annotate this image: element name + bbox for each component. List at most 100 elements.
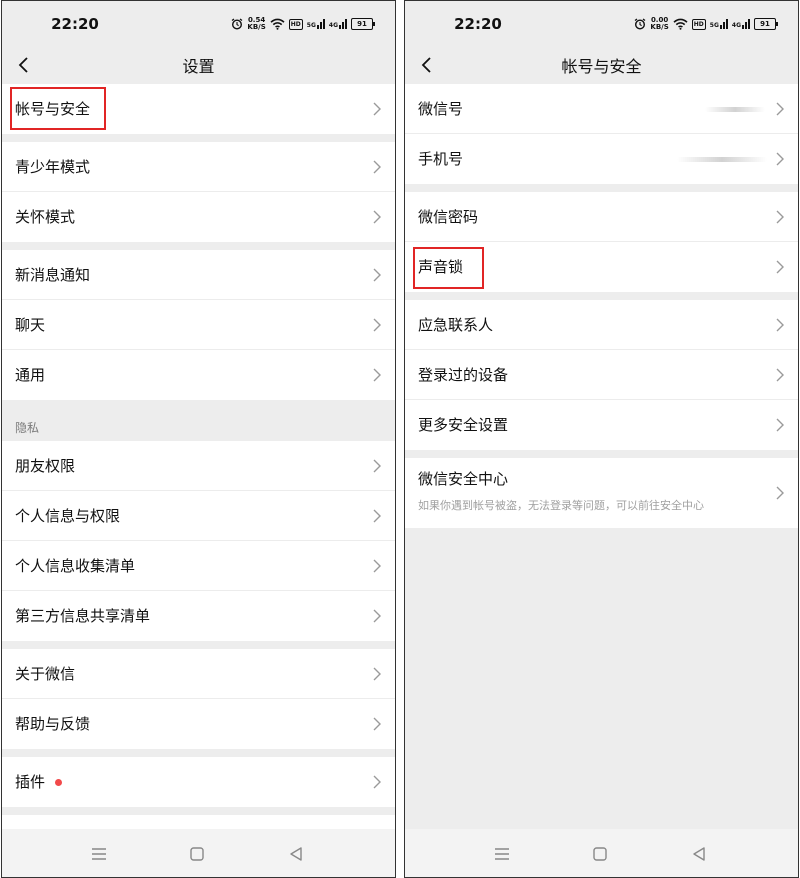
chevron-right-icon <box>373 775 381 789</box>
nav-bar: 设置 <box>2 47 395 83</box>
item-label: 微信号 <box>418 100 464 118</box>
chevron-right-icon <box>776 210 784 224</box>
chevron-right-icon <box>373 160 381 174</box>
notification-dot <box>55 779 62 786</box>
settings-item-friend-permissions[interactable]: 朋友权限 <box>2 441 395 491</box>
item-label: 青少年模式 <box>15 158 91 176</box>
settings-item-info-collection[interactable]: 个人信息收集清单 <box>2 541 395 591</box>
settings-item-teen-mode[interactable]: 青少年模式 <box>2 142 395 192</box>
signal-icon: 5G <box>710 19 728 29</box>
chevron-right-icon <box>776 418 784 432</box>
chevron-right-icon <box>776 152 784 166</box>
signal-icon: 4G <box>329 19 347 29</box>
menu-icon[interactable] <box>90 845 108 863</box>
signal-icon: 4G <box>732 19 750 29</box>
account-item-password[interactable]: 微信密码 <box>405 192 798 242</box>
settings-screen: 22:20 0.54 KB/S HD 5G 4G 91 设置 帐号与安全 青少年模… <box>1 0 396 878</box>
item-label: 插件 <box>15 773 46 791</box>
settings-item-help-feedback[interactable]: 帮助与反馈 <box>2 699 395 749</box>
account-item-more-security[interactable]: 更多安全设置 <box>405 400 798 450</box>
list-item-partial <box>2 815 395 829</box>
settings-item-third-party-sharing[interactable]: 第三方信息共享清单 <box>2 591 395 641</box>
section-privacy-label: 隐私 <box>15 421 40 435</box>
chevron-right-icon <box>373 268 381 282</box>
item-label: 登录过的设备 <box>418 366 509 384</box>
signal-icon: 5G <box>307 19 325 29</box>
item-label: 通用 <box>15 366 46 384</box>
chevron-right-icon <box>776 260 784 274</box>
account-item-wechat-id[interactable]: 微信号 <box>405 84 798 134</box>
item-label: 个人信息与权限 <box>15 507 121 525</box>
highlight-box <box>10 87 106 130</box>
settings-item-general[interactable]: 通用 <box>2 350 395 400</box>
settings-item-personal-info[interactable]: 个人信息与权限 <box>2 491 395 541</box>
status-time: 22:20 <box>51 15 99 33</box>
chevron-right-icon <box>373 559 381 573</box>
chevron-right-icon <box>776 102 784 116</box>
status-time: 22:20 <box>454 15 502 33</box>
signal-label: 5G <box>306 22 316 29</box>
settings-item-plugins[interactable]: 插件 <box>2 757 395 807</box>
item-label: 朋友权限 <box>15 457 76 475</box>
status-icons: 0.54 KB/S HD 5G 4G 91 <box>231 17 375 31</box>
status-bar: 22:20 0.00 KB/S HD 5G 4G 91 <box>405 1 798 47</box>
settings-item-notifications[interactable]: 新消息通知 <box>2 250 395 300</box>
speed-unit: KB/S <box>247 23 266 31</box>
alarm-icon <box>634 18 646 30</box>
item-label: 新消息通知 <box>15 266 91 284</box>
wifi-icon <box>270 18 285 30</box>
speed-unit: KB/S <box>650 23 669 31</box>
signal-label: 5G <box>709 22 719 29</box>
menu-icon[interactable] <box>493 845 511 863</box>
item-label: 个人信息收集清单 <box>15 557 136 575</box>
chevron-right-icon <box>776 486 784 500</box>
nav-bar: 帐号与安全 <box>405 47 798 83</box>
chevron-right-icon <box>373 318 381 332</box>
chevron-right-icon <box>373 717 381 731</box>
item-label: 关于微信 <box>15 665 76 683</box>
hd-icon: HD <box>288 18 303 30</box>
battery-icon: 91 <box>351 18 375 30</box>
hd-icon: HD <box>691 18 706 30</box>
chevron-right-icon <box>373 368 381 382</box>
back-triangle-icon[interactable] <box>287 845 305 863</box>
item-label: 手机号 <box>418 150 464 168</box>
home-square-icon[interactable] <box>188 845 206 863</box>
page-title: 设置 <box>182 57 215 76</box>
signal-label: 4G <box>731 22 741 29</box>
home-square-icon[interactable] <box>591 845 609 863</box>
signal-label: 4G <box>328 22 338 29</box>
wifi-icon <box>673 18 688 30</box>
chevron-right-icon <box>776 318 784 332</box>
settings-item-chat[interactable]: 聊天 <box>2 300 395 350</box>
status-bar: 22:20 0.54 KB/S HD 5G 4G 91 <box>2 1 395 47</box>
account-item-emergency-contact[interactable]: 应急联系人 <box>405 300 798 350</box>
item-subtitle: 如果你遇到帐号被盗，无法登录等问题，可以前往安全中心 <box>418 499 704 512</box>
back-triangle-icon[interactable] <box>690 845 708 863</box>
account-item-phone[interactable]: 手机号 <box>405 134 798 184</box>
chevron-right-icon <box>373 609 381 623</box>
account-item-logged-devices[interactable]: 登录过的设备 <box>405 350 798 400</box>
item-label: 微信安全中心 <box>418 470 509 488</box>
item-label: 关怀模式 <box>15 208 76 226</box>
item-label: 应急联系人 <box>418 316 494 334</box>
account-item-security-center[interactable]: 微信安全中心 如果你遇到帐号被盗，无法登录等问题，可以前往安全中心 <box>405 458 798 528</box>
account-security-screen: 22:20 0.00 KB/S HD 5G 4G 91 帐号与安全 微信号 手机号 <box>404 0 799 878</box>
status-icons: 0.00 KB/S HD 5G 4G 91 <box>634 17 778 31</box>
redacted-value <box>705 107 765 112</box>
settings-item-about[interactable]: 关于微信 <box>2 649 395 699</box>
item-label: 第三方信息共享清单 <box>15 607 151 625</box>
battery-icon: 91 <box>754 18 778 30</box>
page-title: 帐号与安全 <box>561 57 642 76</box>
chevron-right-icon <box>373 667 381 681</box>
redacted-value <box>677 157 767 162</box>
item-label: 帮助与反馈 <box>15 715 91 733</box>
highlight-box <box>413 247 484 289</box>
chevron-right-icon <box>373 509 381 523</box>
settings-item-care-mode[interactable]: 关怀模式 <box>2 192 395 242</box>
item-label: 更多安全设置 <box>418 416 509 434</box>
chevron-right-icon <box>373 102 381 116</box>
chevron-right-icon <box>373 210 381 224</box>
chevron-right-icon <box>373 459 381 473</box>
item-label: 微信密码 <box>418 208 479 226</box>
